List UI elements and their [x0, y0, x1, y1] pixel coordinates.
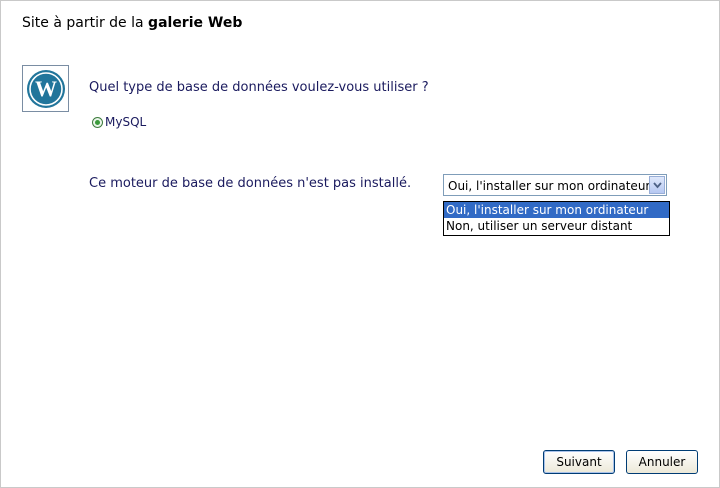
radio-mysql[interactable]: MySQL [92, 115, 146, 129]
database-type-question: Quel type de base de données voulez-vous… [89, 80, 429, 95]
dropdown-option-remote-server[interactable]: Non, utiliser un serveur distant [444, 218, 669, 234]
dialog-title: Site à partir de la galerie Web [22, 15, 242, 31]
install-option-select[interactable]: Oui, l'installer sur mon ordinateur [443, 174, 667, 196]
chevron-down-icon[interactable] [649, 176, 665, 194]
svg-text:W: W [35, 76, 57, 101]
radio-mysql-label: MySQL [105, 115, 147, 129]
dialog-window: Site à partir de la galerie Web W Quel t… [0, 0, 720, 488]
dropdown-option-install-local[interactable]: Oui, l'installer sur mon ordinateur [444, 202, 669, 218]
cancel-button[interactable]: Annuler [626, 450, 698, 474]
select-current-value: Oui, l'installer sur mon ordinateur [448, 179, 651, 193]
next-button[interactable]: Suivant [543, 450, 615, 474]
wordpress-logo-icon: W [22, 65, 69, 112]
title-bold: galerie Web [148, 15, 243, 31]
engine-not-installed-message: Ce moteur de base de données n'est pas i… [89, 176, 412, 191]
title-prefix: Site à partir de la [22, 15, 149, 31]
install-option-dropdown: Oui, l'installer sur mon ordinateur Non,… [443, 201, 670, 236]
radio-button-icon[interactable] [92, 116, 103, 128]
